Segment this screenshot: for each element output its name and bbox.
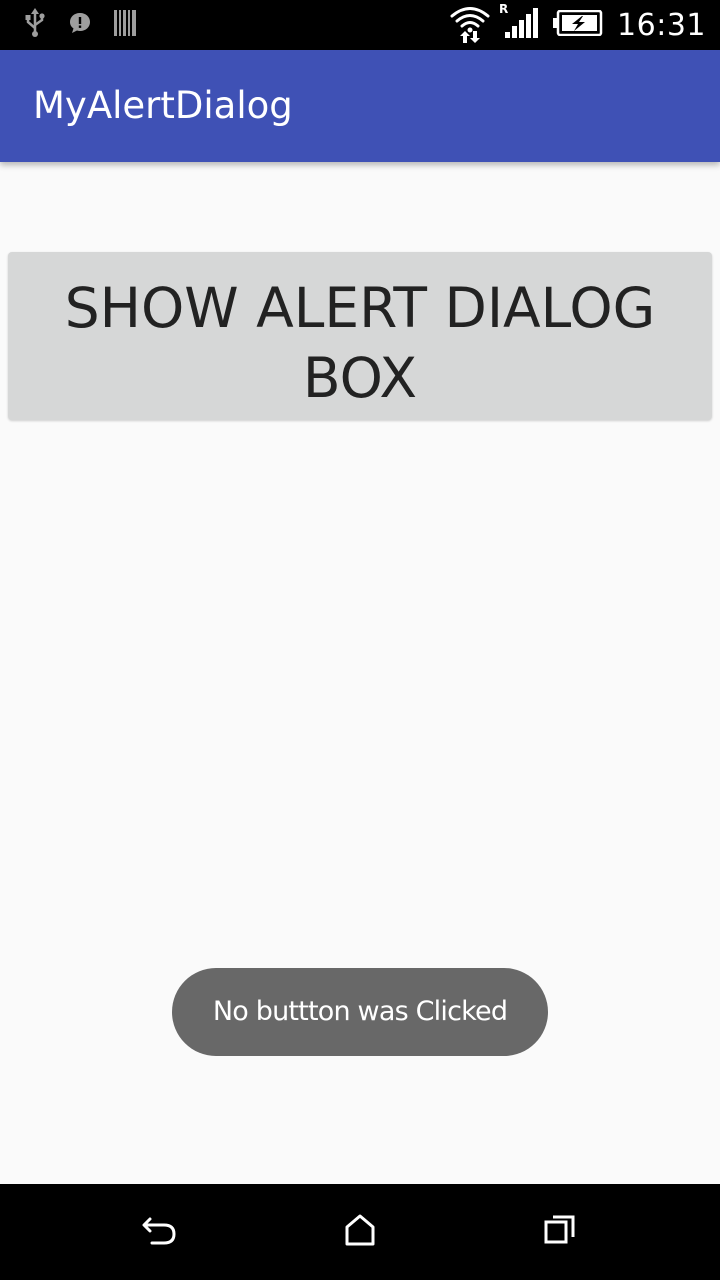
notification-icon bbox=[68, 11, 92, 40]
main-content: SHOW ALERT DIALOG BOX No buttton was Cli… bbox=[0, 162, 720, 1184]
status-bar: R 16:31 bbox=[0, 0, 720, 50]
app-title: MyAlertDialog bbox=[33, 84, 293, 127]
signal-icon: R bbox=[499, 2, 539, 43]
toast-message: No buttton was Clicked bbox=[172, 968, 548, 1056]
battery-charging-icon bbox=[553, 9, 603, 41]
status-right-icons: R 16:31 bbox=[449, 0, 706, 50]
home-icon bbox=[343, 1213, 377, 1252]
status-left-icons bbox=[24, 0, 136, 50]
app-bar: MyAlertDialog bbox=[0, 50, 720, 162]
screen: R 16:31 MyAlertDialog SHOW ALERT DIALOG … bbox=[0, 0, 720, 1280]
navigation-bar bbox=[0, 1184, 720, 1280]
recents-icon bbox=[543, 1213, 577, 1252]
usb-icon bbox=[24, 7, 46, 43]
nav-back-button[interactable] bbox=[130, 1202, 190, 1262]
roaming-indicator: R bbox=[499, 1, 509, 16]
nav-home-button[interactable] bbox=[330, 1202, 390, 1262]
back-icon bbox=[140, 1213, 180, 1252]
nav-recents-button[interactable] bbox=[530, 1202, 590, 1262]
show-alert-dialog-button[interactable]: SHOW ALERT DIALOG BOX bbox=[8, 252, 712, 420]
status-clock: 16:31 bbox=[617, 7, 706, 43]
wifi-icon bbox=[449, 3, 491, 48]
barcode-icon bbox=[114, 9, 136, 41]
